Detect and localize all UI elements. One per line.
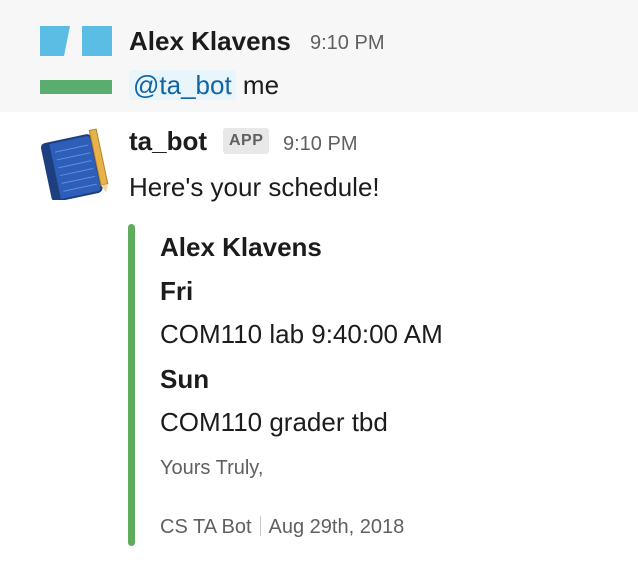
message-body: Here's your schedule! xyxy=(129,172,380,202)
sender-name[interactable]: Alex Klavens xyxy=(129,24,291,58)
attachment-footer-date: Aug 29th, 2018 xyxy=(268,516,405,538)
attachment-field-value: COM110 lab 9:40:00 AM xyxy=(160,319,443,349)
message-timestamp[interactable]: 9:10 PM xyxy=(310,31,384,55)
footer-divider xyxy=(259,516,261,536)
attachment-signoff: Yours Truly, xyxy=(160,457,264,479)
message-text: me xyxy=(242,70,280,100)
message-timestamp[interactable]: 9:10 PM xyxy=(283,132,357,156)
message-body: @ta_bot me xyxy=(129,68,279,102)
attachment-accent-bar xyxy=(128,224,135,546)
slack-message-pane: Alex Klavens 9:10 PM @ta_bot me ta_bot A… xyxy=(0,0,638,564)
attachment-title: Alex Klavens xyxy=(160,232,322,262)
app-badge: APP xyxy=(223,128,270,154)
notebook-avatar[interactable] xyxy=(40,128,112,200)
attachment-field-title: Fri xyxy=(160,276,194,306)
attachment-field-title: Sun xyxy=(160,364,210,394)
message-alex[interactable]: Alex Klavens 9:10 PM @ta_bot me xyxy=(0,0,638,112)
sender-name[interactable]: ta_bot xyxy=(129,124,207,158)
attachment-footer-text: CS TA Bot xyxy=(160,516,252,538)
mention-link[interactable]: @ta_bot xyxy=(129,70,236,100)
identicon-avatar[interactable] xyxy=(40,24,112,96)
attachment-footer: CS TA Bot Aug 29th, 2018 xyxy=(160,514,404,540)
attachment-field-value: COM110 grader tbd xyxy=(160,407,388,437)
